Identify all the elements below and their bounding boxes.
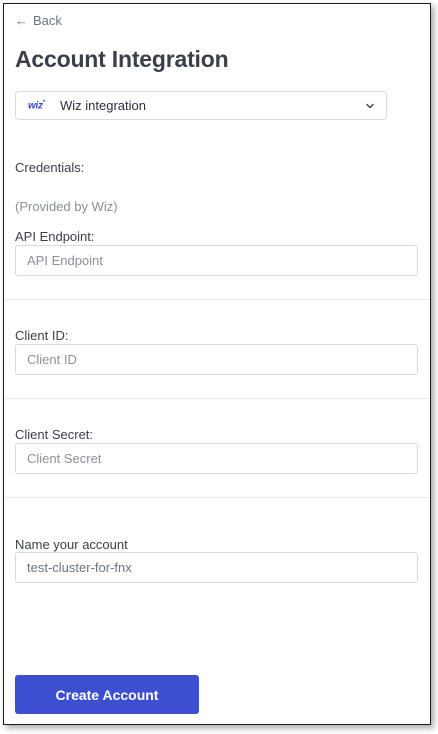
back-label: Back [33,13,62,28]
client-id-label: Client ID: [15,328,69,343]
wiz-logo: wiz* [28,99,45,112]
divider [4,398,430,399]
divider [4,497,430,498]
api-endpoint-input[interactable] [15,245,418,276]
create-account-button[interactable]: Create Account [15,675,199,714]
client-id-input[interactable] [15,344,418,375]
wiz-logo-text: wiz [28,100,43,112]
chevron-down-icon [366,103,374,108]
credentials-heading: Credentials: [15,160,85,175]
account-name-label: Name your account [15,537,128,552]
account-name-input[interactable] [15,552,418,583]
client-secret-label: Client Secret: [15,427,94,442]
integration-select[interactable]: wiz* Wiz integration [15,91,387,120]
account-integration-panel: ← Back Account Integration wiz* Wiz inte… [3,3,431,725]
client-secret-input[interactable] [15,443,418,474]
arrow-left-icon: ← [15,13,28,28]
divider [4,299,430,300]
page-title: Account Integration [15,46,229,72]
credentials-provider-note: (Provided by Wiz) [15,199,118,214]
back-link[interactable]: ← Back [15,13,62,28]
integration-select-value: Wiz integration [60,98,146,113]
api-endpoint-label: API Endpoint: [15,229,95,244]
